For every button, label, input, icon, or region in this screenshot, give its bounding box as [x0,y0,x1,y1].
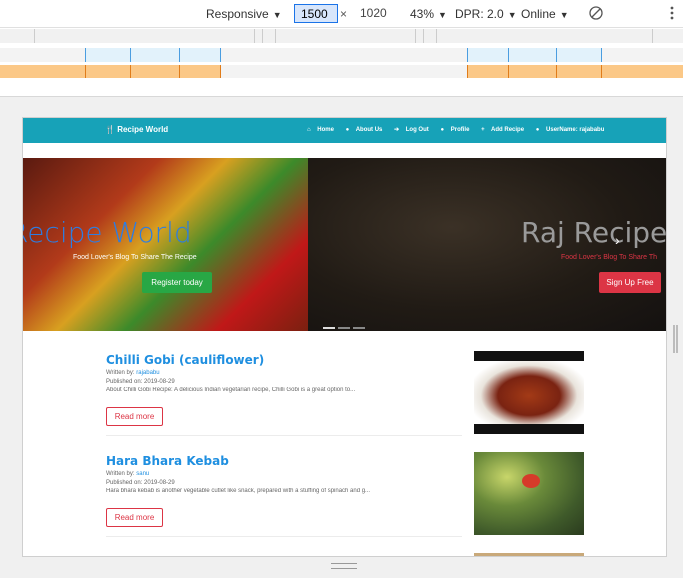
slide-subtitle: Food Lover's Blog To Share Th [561,254,658,261]
brand-label: Recipe World [117,125,169,134]
sign-up-button[interactable]: Sign Up Free [599,272,661,293]
read-more-button[interactable]: Read more [106,508,163,527]
user-icon: ● [440,127,445,133]
carousel-indicator[interactable] [338,327,350,329]
nav-home[interactable]: ⌂ Home [307,127,339,133]
zoom-select[interactable]: 43% ▼ [410,7,447,21]
navbar: 🍴 Recipe World ⌂ Home ● About Us ➔ Log O… [23,118,666,143]
slide-subtitle: Food Lover's Blog To Share The Recipe [73,254,197,261]
post-description: Hara bhara kebab is another vegetable cu… [106,488,371,494]
utensils-icon: 🍴 [105,125,115,134]
chevron-right-icon[interactable]: › [615,232,620,248]
emulated-page[interactable]: 🍴 Recipe World ⌂ Home ● About Us ➔ Log O… [22,117,667,557]
slide-title: Recipe World [23,216,192,249]
bottom-resize-handle[interactable] [331,563,357,569]
post-date: Published on: 2019-08-29 [106,379,175,385]
nav-log-out[interactable]: ➔ Log Out [394,127,434,133]
slide-title: Raj Recipe W [521,216,667,249]
dpr-label: DPR: 2.0 [455,7,504,21]
sign-out-icon: ➔ [394,127,400,133]
nav-profile[interactable]: ● Profile [440,127,474,133]
nav-username[interactable]: ● UserName: rajababu [536,127,610,133]
device-label: Responsive [206,7,269,21]
author-link[interactable]: rajababu [136,370,159,376]
carousel-slide-dark: Raj Recipe W Food Lover's Blog To Share … [308,158,667,331]
carousel-indicators [323,316,368,331]
resize-handle-icon[interactable] [672,325,679,353]
post-date: Published on: 2019-08-29 [106,480,175,486]
hero-carousel[interactable]: Recipe World Food Lover's Blog To Share … [23,158,667,331]
post-description: About Chilli Gobi Recipe: A delicious In… [106,387,356,393]
divider [106,435,462,436]
list-item: Hara Bhara Kebab Written by: sanu Publis… [106,454,458,494]
home-icon: ⌂ [307,127,311,133]
read-more-button[interactable]: Read more [106,407,163,426]
rotate-icon[interactable] [588,5,604,21]
nav-add-recipe[interactable]: + Add Recipe [481,127,529,133]
dpr-select[interactable]: DPR: 2.0 ▼ [455,7,517,21]
carousel-slide-kebab: Recipe World Food Lover's Blog To Share … [23,158,308,331]
divider [106,536,462,537]
times-sign: × [340,7,348,21]
list-item: Chilli Gobi (cauliflower) Written by: ra… [106,353,458,393]
user-circle-icon: ● [535,127,540,133]
carousel-indicator[interactable] [353,327,365,329]
recipe-image-hara-bhara-kebab [474,452,584,535]
media-query-bar-min-width[interactable] [0,65,683,78]
chevron-down-icon: ▼ [438,10,447,20]
devtools-toolbar: Responsive ▼ 1500 × 1020 43% ▼ DPR: 2.0 ▼ O… [0,0,683,28]
post-author: Written by: sanu [106,471,150,477]
device-select[interactable]: Responsive ▼ [206,7,282,21]
chevron-down-icon: ▼ [507,10,517,20]
post-author: Written by: rajababu [106,370,160,376]
chevron-down-icon: ▼ [559,10,569,20]
recipe-image-chilli-gobi [474,351,584,434]
recipe-image-partial [474,553,584,556]
brand-link[interactable]: 🍴 Recipe World [105,125,168,134]
network-select[interactable]: Online ▼ [521,7,569,21]
width-input[interactable]: 1500 [294,4,338,23]
chevron-down-icon: ▼ [272,10,282,20]
author-link[interactable]: sanu [136,471,149,477]
media-query-bar-gray[interactable] [0,29,683,43]
nav-links: ⌂ Home ● About Us ➔ Log Out ● Profile + … [307,126,614,133]
plus-icon: + [481,127,485,133]
post-title[interactable]: Hara Bhara Kebab [106,454,458,468]
height-input[interactable]: 1020 [356,4,398,23]
post-title[interactable]: Chilli Gobi (cauliflower) [106,353,458,367]
more-options-icon[interactable] [666,4,678,22]
media-query-bar-max-width[interactable] [0,48,683,62]
carousel-indicator[interactable] [323,327,335,329]
nav-about-us[interactable]: ● About Us [346,127,388,133]
zoom-label: 43% [410,7,435,21]
users-icon: ● [345,127,350,133]
register-button[interactable]: Register today [142,272,212,293]
network-label: Online [521,7,556,21]
